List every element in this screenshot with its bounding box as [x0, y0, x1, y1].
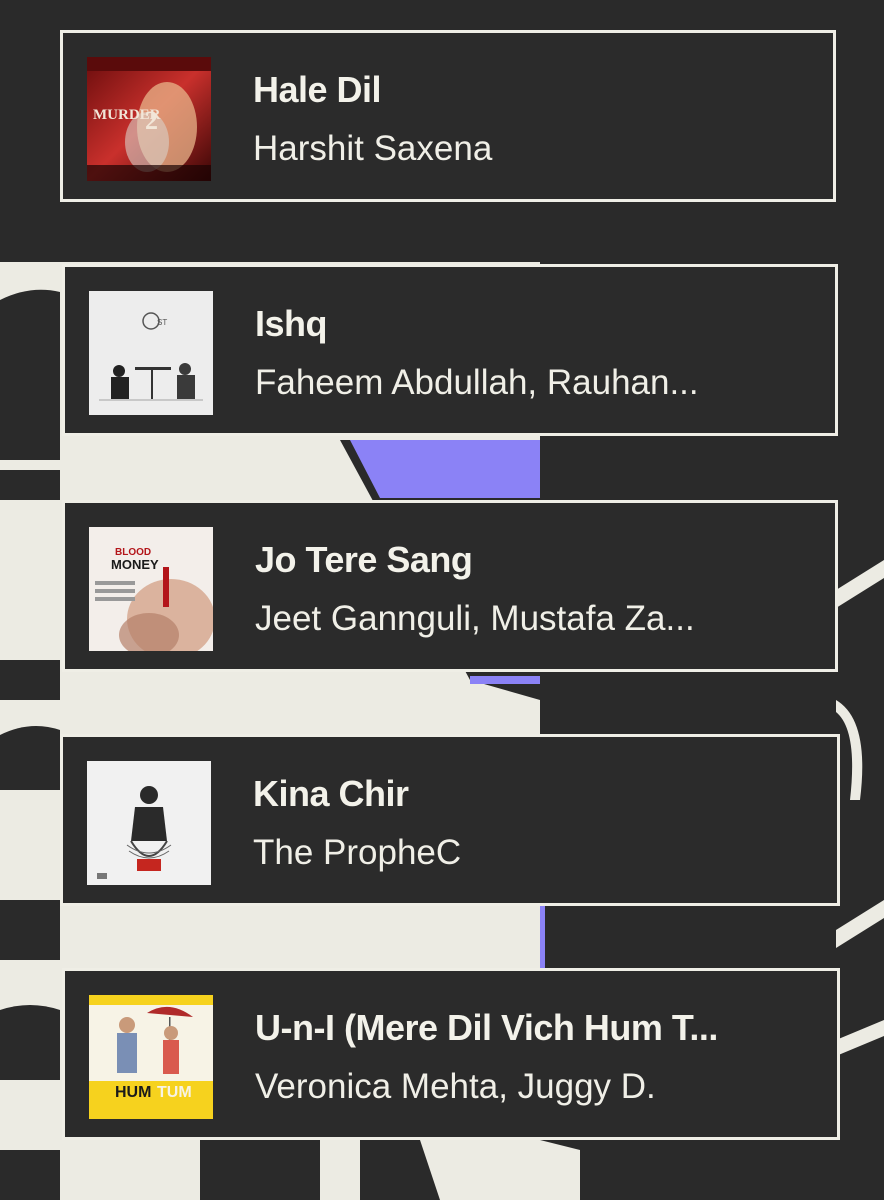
track-artist: The PropheC	[253, 833, 462, 872]
album-art-hum-tum: HUM TUM	[89, 995, 213, 1119]
track-card-kina-chir[interactable]: Kina Chir The PropheC	[60, 734, 840, 906]
svg-text:2: 2	[145, 106, 158, 135]
album-art-kina-chir	[87, 761, 211, 885]
track-title: Kina Chir	[253, 773, 409, 814]
album-art-blood-money: BLOOD MONEY	[89, 527, 213, 651]
track-card-jo-tere-sang[interactable]: BLOOD MONEY Jo Tere Sang Jeet Gannguli, …	[62, 500, 838, 672]
track-artist: Veronica Mehta, Juggy D.	[255, 1067, 656, 1106]
track-card-ishq[interactable]: ST Ishq Faheem Abdullah, Rauhan...	[62, 264, 838, 436]
svg-text:MONEY: MONEY	[111, 557, 159, 572]
album-art-ishq: ST	[89, 291, 213, 415]
track-artist: Harshit Saxena	[253, 129, 493, 168]
track-card-hale-dil[interactable]: MURDER 2 Hale Dil Harshit Saxena	[60, 30, 836, 202]
track-artist: Jeet Gannguli, Mustafa Za...	[255, 599, 695, 638]
track-card-u-n-i[interactable]: HUM TUM U-n-I (Mere Dil Vich Hum T... Ve…	[62, 968, 840, 1140]
svg-text:TUM: TUM	[157, 1084, 192, 1101]
track-title: U-n-I (Mere Dil Vich Hum T...	[255, 1007, 718, 1048]
album-art-murder-2: MURDER 2	[87, 57, 211, 181]
svg-text:HUM: HUM	[115, 1084, 151, 1101]
svg-text:ST: ST	[157, 318, 167, 327]
track-title: Ishq	[255, 303, 328, 344]
track-title: Jo Tere Sang	[255, 539, 473, 580]
track-title: Hale Dil	[253, 69, 382, 110]
track-artist: Faheem Abdullah, Rauhan...	[255, 363, 699, 402]
